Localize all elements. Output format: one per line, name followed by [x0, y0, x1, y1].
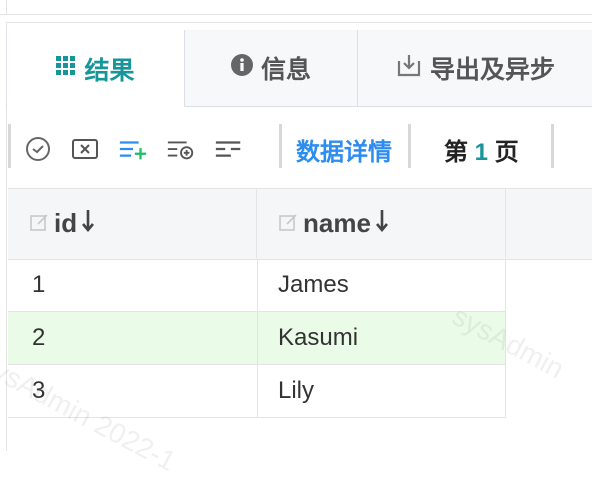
tab-bar: 结果 信息 导出及异步 [6, 30, 592, 107]
tab-results[interactable]: 结果 [6, 30, 185, 107]
cell-name[interactable]: James [278, 259, 349, 311]
sort-down-icon[interactable] [375, 208, 389, 239]
tab-export[interactable]: 导出及异步 [358, 30, 592, 106]
tab-info-label: 信息 [260, 56, 311, 84]
grid-toolbar: 数据详情 第 1 页 [8, 118, 592, 180]
edit-icon [279, 208, 299, 239]
column-header-label: name [303, 207, 371, 238]
page-suffix: 页 [494, 139, 519, 166]
column-header-name[interactable]: name [257, 188, 506, 258]
cell-id[interactable]: 2 [32, 312, 45, 364]
page-number: 1 [474, 139, 489, 166]
check-circle-icon[interactable] [23, 134, 53, 164]
tab-export-label: 导出及异步 [430, 56, 556, 84]
toolbar-divider [8, 124, 11, 168]
data-detail-button[interactable]: 数据详情 [296, 132, 392, 167]
cell-id[interactable]: 1 [32, 259, 45, 311]
column-header-id[interactable]: id [8, 188, 257, 258]
add-row-icon[interactable] [118, 134, 148, 164]
toolbar-divider [408, 124, 411, 168]
download-icon [396, 52, 422, 85]
cell-name[interactable]: Lily [278, 365, 314, 417]
toolbar-divider [279, 124, 282, 168]
column-divider [257, 258, 258, 418]
page-prefix: 第 [444, 139, 468, 166]
grid-icon [56, 54, 76, 83]
edit-icon [30, 208, 50, 239]
column-header-label: id [54, 207, 78, 238]
tab-info[interactable]: 信息 [185, 30, 358, 106]
page-indicator: 第 1 页 [444, 132, 519, 167]
sort-down-icon[interactable] [81, 208, 95, 239]
cell-id[interactable]: 3 [32, 365, 45, 417]
info-icon [230, 53, 253, 83]
previous-panel-edge [0, 0, 592, 15]
insert-row-icon[interactable] [166, 134, 196, 164]
toolbar-divider [551, 124, 554, 168]
cell-name[interactable]: Kasumi [278, 312, 358, 364]
delete-row-icon[interactable] [214, 134, 244, 164]
tab-results-label: 结果 [84, 56, 135, 85]
close-box-icon[interactable] [70, 134, 100, 164]
